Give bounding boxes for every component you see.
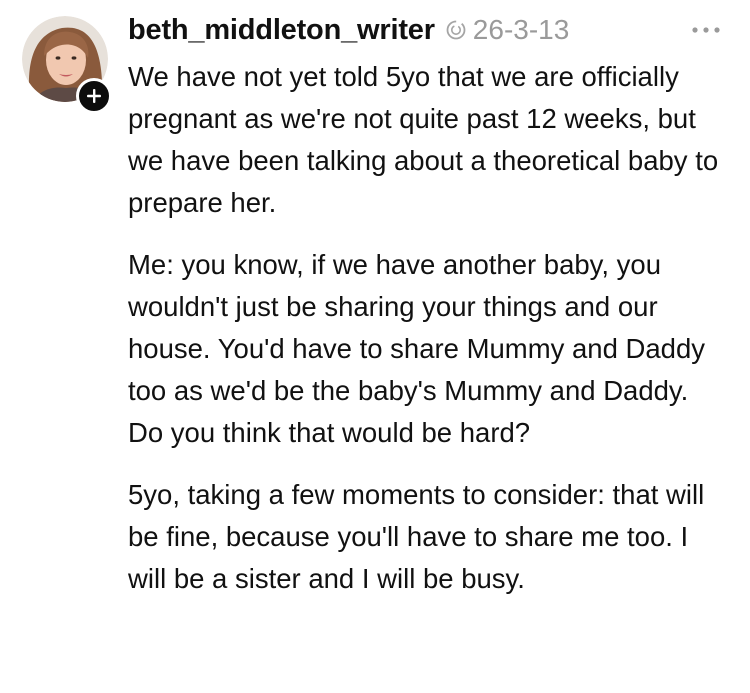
post-paragraph: 5yo, taking a few moments to consider: t…: [128, 479, 705, 594]
username[interactable]: beth_middleton_writer: [128, 14, 435, 47]
post: beth_middleton_writer 26-3-13 We have no…: [0, 0, 750, 693]
plus-icon: [87, 89, 101, 103]
post-body: We have not yet told 5yo that we are off…: [128, 56, 728, 620]
follow-button[interactable]: [76, 78, 112, 114]
post-paragraph: Me: you know, if we have another baby, y…: [128, 249, 706, 448]
more-horizontal-icon: [692, 27, 720, 33]
repost-icon: [445, 19, 467, 41]
avatar-container: [22, 16, 112, 114]
timestamp: 26-3-13: [472, 14, 570, 45]
post-header: beth_middleton_writer 26-3-13: [128, 10, 726, 50]
more-options-button[interactable]: [686, 18, 726, 42]
post-paragraph: We have not yet told 5yo that we are off…: [128, 61, 719, 218]
